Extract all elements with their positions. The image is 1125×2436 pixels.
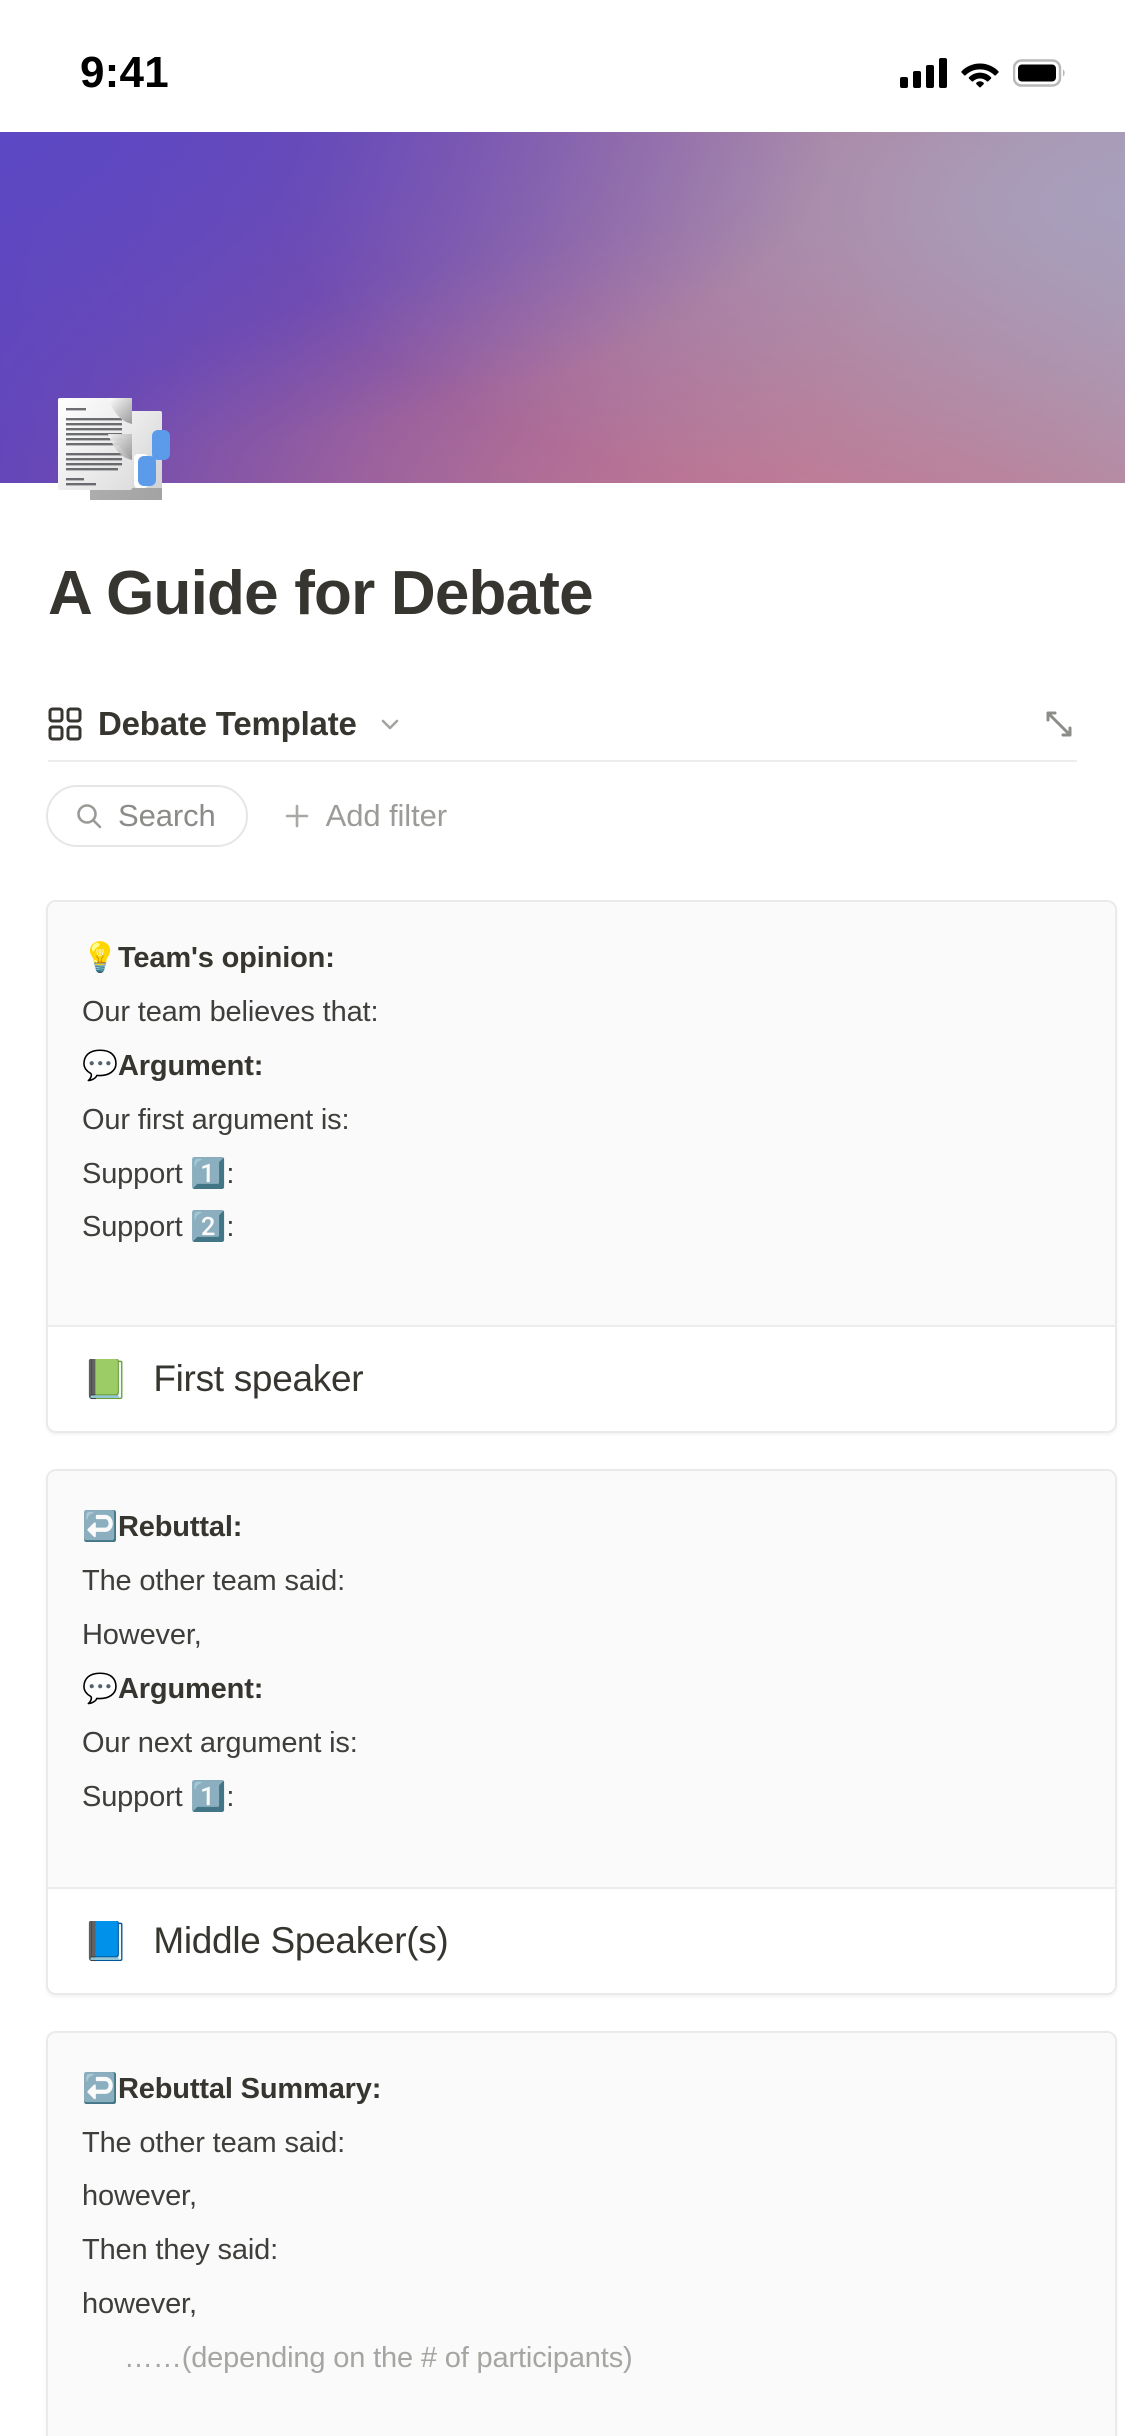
preview-line: 💬Argument: <box>82 1049 264 1082</box>
gallery-view-icon <box>48 707 82 741</box>
add-filter-label: Add filter <box>325 798 447 833</box>
preview-line: However, <box>82 1619 202 1652</box>
gallery-card[interactable]: 💡Team's opinion: Our team believes that:… <box>46 900 1117 1434</box>
battery-full-icon <box>1013 59 1067 87</box>
preview-line: however, <box>82 2180 197 2213</box>
app-root: 9:41 A Guide for Debate Debate Template … <box>0 0 1125 2436</box>
card-title: Middle Speaker(s) <box>153 1919 449 1961</box>
chevron-down-icon[interactable] <box>373 711 403 737</box>
preview-line: Support 1️⃣: <box>82 1157 235 1190</box>
preview-line: ↩️Rebuttal: <box>82 1511 243 1544</box>
preview-line: ↩️Rebuttal Summary: <box>82 2072 382 2105</box>
cellular-signal-icon <box>900 58 947 88</box>
status-bar-time: 9:41 <box>80 48 169 97</box>
card-title: First speaker <box>153 1358 364 1400</box>
gallery-card[interactable]: ↩️Rebuttal Summary: The other team said:… <box>46 2030 1117 2436</box>
view-bar: Debate Template <box>48 690 1077 758</box>
preview-spacer <box>82 2386 1081 2406</box>
preview-line: Our first argument is: <box>82 1103 350 1136</box>
pages-document-icon[interactable] <box>46 388 178 506</box>
card-preview: 💡Team's opinion: Our team believes that:… <box>48 902 1115 1328</box>
preview-line: ……(depending on the # of participants) <box>124 2342 633 2375</box>
page-title[interactable]: A Guide for Debate <box>48 559 594 628</box>
preview-spacer <box>82 1825 1081 1851</box>
preview-line: however, <box>82 2288 197 2321</box>
gallery-card[interactable]: ↩️Rebuttal: The other team said: However… <box>46 1469 1117 1995</box>
view-tab-debate-template[interactable]: Debate Template <box>48 705 403 743</box>
blue-book-emoji: 📘 <box>82 1918 130 1963</box>
view-bar-divider <box>48 760 1077 762</box>
filter-bar: Search Add filter <box>46 776 453 856</box>
view-name-label: Debate Template <box>98 705 357 742</box>
preview-line: 💬Argument: <box>82 1673 264 1706</box>
card-preview: ↩️Rebuttal: The other team said: However… <box>48 1471 1115 1889</box>
search-placeholder-label: Search <box>118 798 216 833</box>
preview-line: Our next argument is: <box>82 1726 358 1759</box>
card-footer[interactable]: 📗 First speaker <box>48 1327 1115 1432</box>
search-icon <box>74 801 104 831</box>
preview-line: The other team said: <box>82 1565 345 1598</box>
card-preview: ↩️Rebuttal Summary: The other team said:… <box>48 2032 1115 2436</box>
preview-line: Support 2️⃣: <box>82 1211 235 1244</box>
gallery-card-list: 💡Team's opinion: Our team believes that:… <box>46 900 1117 2436</box>
preview-line: The other team said: <box>82 2126 345 2159</box>
status-bar-indicators <box>900 58 1067 88</box>
wifi-icon <box>960 58 1000 88</box>
green-book-emoji: 📗 <box>82 1357 130 1402</box>
add-filter-button[interactable]: Add filter <box>276 785 453 847</box>
status-bar: 9:41 <box>0 0 1125 132</box>
preview-line: Support 1️⃣: <box>82 1780 235 1813</box>
preview-line: 💡Team's opinion: <box>82 942 335 974</box>
preview-spacer <box>82 1255 1081 1289</box>
search-input[interactable]: Search <box>46 785 248 847</box>
preview-line: Our team believes that: <box>82 995 379 1028</box>
expand-diagonal-icon[interactable] <box>1041 706 1077 742</box>
plus-icon <box>282 801 312 831</box>
preview-line: Then they said: <box>82 2234 279 2267</box>
card-footer[interactable]: 📘 Middle Speaker(s) <box>48 1888 1115 1993</box>
